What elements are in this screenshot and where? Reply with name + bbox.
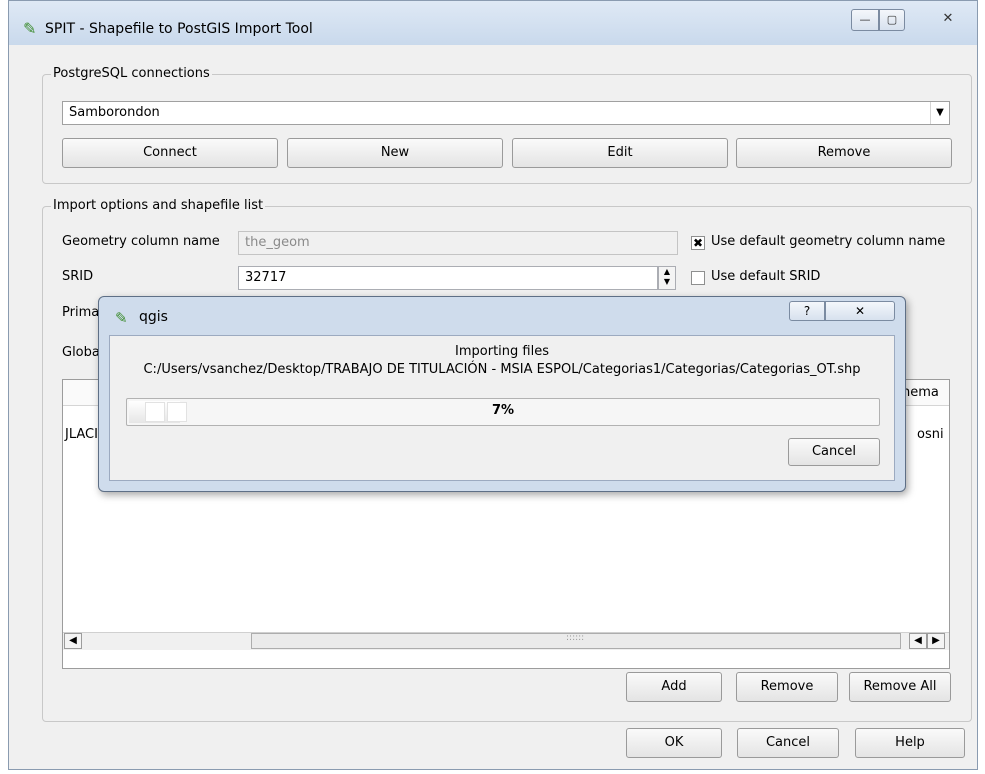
scroll-right-icon[interactable]: ▶ [927,633,945,649]
scroll-left-icon[interactable]: ◀ [909,633,927,649]
use-default-geometry-checkbox[interactable]: ✖ [691,236,705,250]
qgis-icon: ✎ [23,19,37,38]
chevron-down-icon[interactable]: ▼ [930,102,949,124]
cancel-button[interactable]: Cancel [737,728,839,758]
remove-connection-button[interactable]: Remove [736,138,952,168]
help-button[interactable]: Help [855,728,965,758]
connection-select[interactable]: Samborondon ▼ [62,101,950,125]
table-cell-filename[interactable]: JLACI [65,427,98,442]
window-title: SPIT - Shapefile to PostGIS Import Tool [45,21,313,37]
close-icon[interactable]: ✕ [825,301,895,321]
group-label: Import options and shapefile list [51,198,266,213]
minimize-button[interactable]: — [851,9,879,31]
geometry-column-input[interactable]: the_geom [238,231,678,255]
use-default-geometry-label: Use default geometry column name [711,234,946,249]
close-button[interactable]: ✕ [931,9,965,31]
dialog-title: qgis [139,309,168,325]
global-schema-label: Globa [62,345,100,360]
progress-dialog: ✎ qgis ? ✕ Importing files C:/Users/vsan… [98,296,906,492]
maximize-button[interactable]: ▢ [879,9,905,31]
new-connection-button[interactable]: New [287,138,503,168]
scroll-grip-icon: :::::: [566,633,585,643]
title-bar[interactable]: ✎ SPIT - Shapefile to PostGIS Import Too… [9,1,977,45]
horizontal-scrollbar[interactable]: ◀ :::::: ◀ ▶ [63,632,949,650]
geometry-column-label: Geometry column name [62,234,220,249]
srid-label: SRID [62,269,94,284]
help-icon[interactable]: ? [789,301,825,321]
postgresql-connections-group: PostgreSQL connections Samborondon ▼ Con… [42,66,972,184]
srid-spinner[interactable]: ▲ ▼ [658,266,676,290]
table-cell-schema[interactable]: osni [917,427,944,442]
connect-button[interactable]: Connect [62,138,278,168]
scroll-thumb[interactable]: :::::: [251,633,901,649]
use-default-srid-checkbox[interactable] [691,271,705,285]
remove-all-button[interactable]: Remove All [849,672,951,702]
progress-text: 7% [491,403,515,418]
add-button[interactable]: Add [626,672,722,702]
remove-button[interactable]: Remove [736,672,838,702]
scroll-left-icon[interactable]: ◀ [64,633,82,649]
ok-button[interactable]: OK [626,728,722,758]
edit-connection-button[interactable]: Edit [512,138,728,168]
file-path-label: C:/Users/vsanchez/Desktop/TRABAJO DE TIT… [143,362,861,377]
connection-select-value: Samborondon [69,105,160,120]
qgis-icon: ✎ [115,309,128,327]
srid-input[interactable]: 32717 [238,266,658,290]
use-default-srid-label: Use default SRID [711,269,821,284]
dialog-cancel-button[interactable]: Cancel [788,438,880,466]
group-label: PostgreSQL connections [51,66,212,81]
importing-label: Importing files [455,344,549,359]
dialog-body: Importing files C:/Users/vsanchez/Deskto… [109,335,895,481]
progress-bar: 7% [126,398,880,426]
